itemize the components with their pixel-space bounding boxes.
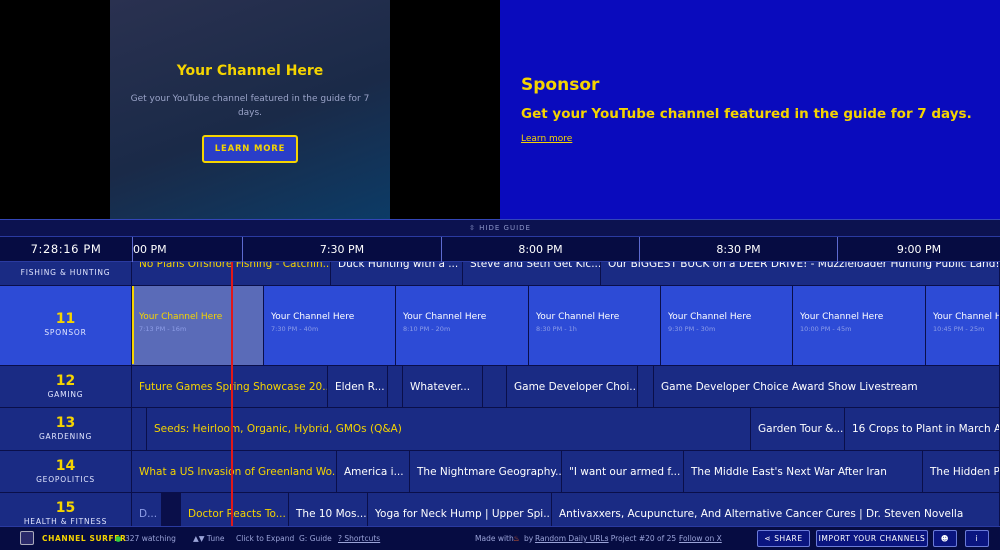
follow-link[interactable]: Follow on X: [679, 527, 722, 550]
fire-icon: ♨: [513, 534, 520, 543]
info-icon[interactable]: i: [965, 530, 989, 547]
program-cell[interactable]: Doctor Reacts To...: [181, 493, 289, 526]
expand-hint: Click to Expand: [236, 534, 295, 543]
program-cell[interactable]: Steve and Seth Get Kic...: [463, 262, 601, 285]
collapse-icon: ⇳: [469, 224, 476, 232]
program-cell[interactable]: Game Developer Choi...: [507, 366, 638, 407]
time-slot: 7:30 PM: [242, 237, 441, 262]
program-cell[interactable]: 16 Crops to Plant in March ASAP: [845, 408, 1000, 450]
channel-row: 11 SPONSOR Your Channel Here 7:13 PM - 16…: [0, 286, 1000, 366]
guide-grid: FISHING & HUNTING No Plans Offshore Fish…: [0, 262, 1000, 526]
selected-program-marker: [132, 286, 134, 364]
time-slot: 8:30 PM: [639, 237, 837, 262]
tune-hint: ▲▼ Tune: [193, 534, 225, 543]
channel-row: FISHING & HUNTING No Plans Offshore Fish…: [0, 262, 1000, 286]
tv-logo-icon: [20, 531, 34, 545]
time-slot: 8:00 PM: [441, 237, 639, 262]
preview-title: Your Channel Here: [176, 63, 324, 79]
channel-row: 12 GAMING Future Games Spring Showcase 2…: [0, 366, 1000, 408]
program-cell[interactable]: [638, 366, 654, 407]
channel-row: 14 GEOPOLITICS What a US Invasion of Gre…: [0, 451, 1000, 493]
program-cell[interactable]: Garden Tour &...: [751, 408, 845, 450]
hide-guide-label: HIDE GUIDE: [479, 224, 531, 232]
sponsor-panel: Sponsor Get your YouTube channel feature…: [500, 0, 1000, 219]
program-cell[interactable]: Your Channel Here 9:30 PM - 30m: [661, 286, 793, 365]
learn-more-button[interactable]: LEARN MORE: [201, 135, 299, 163]
program-cell[interactable]: [483, 366, 507, 407]
hide-guide-toggle[interactable]: ⇳ HIDE GUIDE: [0, 219, 1000, 237]
time-bar: 7:28:16 PM 00 PM 7:30 PM 8:00 PM 8:30 PM…: [0, 237, 1000, 262]
project-text: · Project #20 of 25 ·: [606, 534, 681, 543]
brand-name[interactable]: CHANNEL SURFER: [42, 527, 126, 550]
program-cell[interactable]: Antivaxxers, Acupuncture, And Alternativ…: [552, 493, 1000, 526]
program-cell[interactable]: Whatever...: [403, 366, 483, 407]
current-clock: 7:28:16 PM: [30, 242, 102, 256]
preview-text: Get your YouTube channel featured in the…: [130, 94, 370, 118]
share-icon: ⋖: [764, 534, 772, 543]
program-cell[interactable]: Game Developer Choice Award Show Livestr…: [654, 366, 1000, 407]
program-cell[interactable]: Your Channel Here 8:10 PM - 20m: [396, 286, 529, 365]
author-link[interactable]: Random Daily URLs: [535, 527, 609, 550]
channel-label[interactable]: FISHING & HUNTING: [0, 262, 132, 285]
channel-label[interactable]: 13 GARDENING: [0, 408, 132, 450]
share-button[interactable]: ⋖ SHARE: [757, 530, 810, 547]
program-cell[interactable]: D...: [132, 493, 162, 526]
channel-label[interactable]: 14 GEOPOLITICS: [0, 451, 132, 492]
profile-icon[interactable]: ☻: [933, 530, 957, 547]
channel-row: 13 GARDENING Seeds: Heirloom, Organic, H…: [0, 408, 1000, 451]
program-cell[interactable]: Your Channel Here 8:30 PM - 1h: [529, 286, 661, 365]
channel-label[interactable]: 11 SPONSOR: [0, 286, 132, 365]
channel-row: 15 HEALTH & FITNESS D... Doctor Reacts T…: [0, 493, 1000, 526]
program-cell[interactable]: The Nightmare Geography...: [410, 451, 562, 492]
sponsor-message: Get your YouTube channel featured in the…: [521, 106, 972, 122]
time-slot: 00 PM: [132, 237, 242, 262]
program-cell[interactable]: [388, 366, 403, 407]
program-cell[interactable]: Elden R...: [328, 366, 388, 407]
program-cell[interactable]: What a US Invasion of Greenland Wo...: [132, 451, 337, 492]
live-dot-icon: ●: [115, 534, 122, 543]
by-text: by: [524, 534, 534, 543]
import-channels-button[interactable]: IMPORT YOUR CHANNELS: [816, 530, 928, 547]
sponsor-title: Sponsor: [521, 75, 600, 95]
channel-preview-card[interactable]: Your Channel Here Get your YouTube chann…: [110, 0, 390, 219]
program-cell[interactable]: The Middle East's Next War After Iran: [684, 451, 923, 492]
program-cell[interactable]: Duck Hunting with a ...: [331, 262, 463, 285]
current-time-indicator: [231, 262, 233, 526]
program-cell[interactable]: The 10 Mos...: [289, 493, 368, 526]
program-cell[interactable]: [132, 408, 147, 450]
channel-label[interactable]: 15 HEALTH & FITNESS: [0, 493, 132, 526]
sponsor-learn-more-link[interactable]: Learn more: [521, 134, 1000, 144]
guide-hint: G: Guide: [299, 534, 332, 543]
shortcuts-link[interactable]: ? Shortcuts: [338, 527, 380, 550]
program-cell[interactable]: Your Channel Here 7:13 PM - 16m: [132, 286, 264, 365]
program-cell[interactable]: Your Channel Here10:45 PM - 25m: [926, 286, 1000, 365]
program-cell[interactable]: Your Channel Here 7:30 PM - 40m: [264, 286, 396, 365]
program-cell[interactable]: Future Games Spring Showcase 20...: [132, 366, 328, 407]
program-cell[interactable]: America i...: [337, 451, 410, 492]
time-slot: 9:00 PM: [837, 237, 1000, 262]
program-cell[interactable]: Our BIGGEST BUCK on a DEER DRIVE! - Muzz…: [601, 262, 1000, 285]
program-cell[interactable]: Yoga for Neck Hump | Upper Spi...: [368, 493, 552, 526]
program-cell[interactable]: The Hidden Pr: [923, 451, 1000, 492]
program-cell[interactable]: Your Channel Here 10:00 PM - 45m: [793, 286, 926, 365]
watching-count: 327 watching: [125, 534, 176, 543]
program-cell[interactable]: Seeds: Heirloom, Organic, Hybrid, GMOs (…: [147, 408, 751, 450]
made-with-text: Made with: [475, 534, 514, 543]
channel-label[interactable]: 12 GAMING: [0, 366, 132, 407]
preview-area: Your Channel Here Get your YouTube chann…: [0, 0, 1000, 219]
footer-bar: CHANNEL SURFER ● 327 watching ▲▼ Tune Cl…: [0, 526, 1000, 550]
program-cell[interactable]: "I want our armed f...: [562, 451, 684, 492]
